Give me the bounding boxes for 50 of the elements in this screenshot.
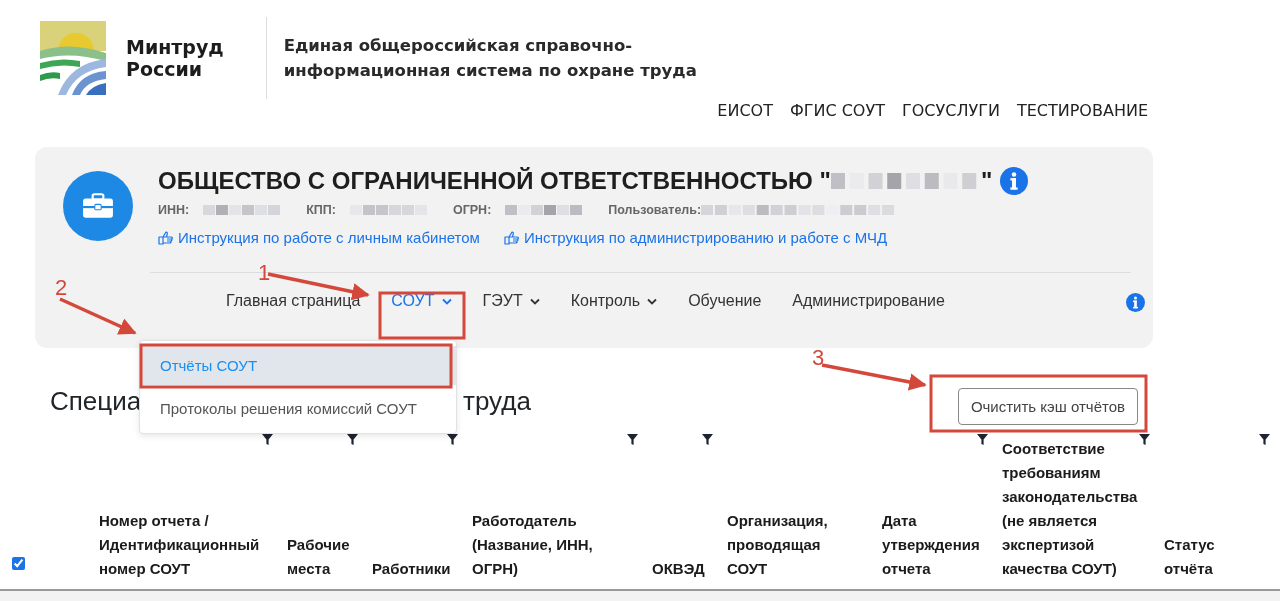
column-header[interactable]: Работники: [372, 557, 466, 581]
nav-tab[interactable]: Контроль: [570, 292, 658, 310]
page-heading: труда: [463, 386, 531, 417]
annotation-number: 3: [812, 345, 825, 370]
column-header[interactable]: Работодатель (Название, ИНН, ОГРН): [472, 509, 646, 581]
annotation-number: 2: [55, 275, 68, 300]
field-label: ИНН:: [158, 203, 190, 217]
dropdown-item[interactable]: Протоколы решения комиссий СОУТ: [140, 389, 456, 428]
filter-icon[interactable]: [977, 434, 988, 445]
column-header[interactable]: Рабочие места: [287, 533, 366, 581]
annotation-number: 1: [258, 260, 271, 285]
chevron-down-icon: [529, 297, 540, 305]
system-title: Единая общероссийская справочно- информационная система по охране труда: [283, 34, 697, 82]
field-label: ОГРН:: [452, 203, 492, 217]
column-header[interactable]: Соответствие требованиям законодательства (не является экспертизой качества СОУТ): [1002, 437, 1158, 581]
instruction-link[interactable]: Инструкция по администрированию и работе с МЧД: [503, 229, 888, 246]
column-header[interactable]: Организация, проводящая СОУТ: [727, 509, 876, 581]
nav-tab[interactable]: СОУТ: [391, 292, 452, 310]
chevron-down-icon: [647, 297, 658, 305]
top-link[interactable]: ГОСУСЛУГИ: [901, 101, 1000, 131]
brand-name: Минтруд России: [126, 35, 224, 80]
clear-cache-button[interactable]: Очистить кэш отчётов: [957, 388, 1138, 425]
info-icon[interactable]: [1000, 167, 1029, 195]
top-link[interactable]: ФГИС СОУТ: [789, 101, 885, 131]
thumb-pointer-icon: [503, 230, 520, 245]
thumb-pointer-icon: [158, 230, 174, 245]
page-heading: Специа: [50, 386, 142, 417]
nav-tab[interactable]: Главная страница: [226, 292, 361, 310]
chevron-down-icon: [441, 297, 452, 305]
info-icon[interactable]: [1126, 293, 1145, 312]
column-header[interactable]: Дата утверждения отчета: [882, 509, 996, 581]
top-link[interactable]: ТЕСТИРОВАНИЕ: [1016, 101, 1148, 131]
top-link[interactable]: ЕИСОТ: [717, 101, 773, 131]
logo-icon: [40, 20, 106, 95]
filter-icon[interactable]: [702, 434, 713, 445]
column-header[interactable]: Номер отчета / Идентификационный номер СОУТ: [99, 509, 281, 581]
filter-icon[interactable]: [1259, 434, 1270, 445]
instruction-link[interactable]: Инструкция по работе с личным кабинетом: [158, 229, 480, 246]
nav-tab[interactable]: ГЭУТ: [482, 292, 540, 310]
organization-name-quote: ": [980, 167, 993, 195]
nav-tab[interactable]: Обучение: [688, 292, 762, 310]
column-header[interactable]: ОКВЭД: [652, 557, 721, 581]
column-header[interactable]: Статус отчёта: [1164, 533, 1278, 581]
nav-tab[interactable]: Администрирование: [792, 292, 945, 310]
filter-icon[interactable]: [1139, 434, 1150, 445]
filter-icon[interactable]: [627, 434, 638, 445]
field-label: КПП:: [306, 203, 336, 217]
field-label: Пользователь:: [608, 203, 702, 217]
select-all-checkbox[interactable]: [12, 557, 25, 570]
organization-name: ОБЩЕСТВО С ОГРАНИЧЕННОЙ ОТВЕТСТВЕННОСТЬЮ ": [158, 167, 831, 195]
